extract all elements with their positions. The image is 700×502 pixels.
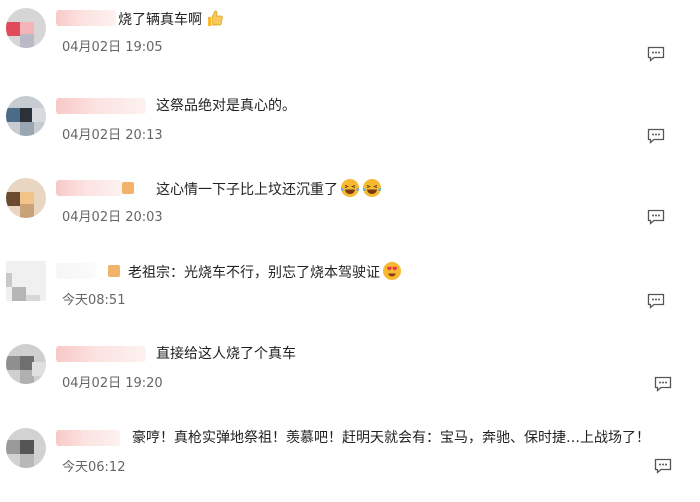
- username-blurred[interactable]: [56, 10, 116, 26]
- comment-item: 老祖宗：光烧车不行，别忘了烧本驾驶证 今天08:51: [0, 253, 700, 335]
- laughing-tears-icon: [341, 179, 359, 197]
- comment-item: 直接给这人烧了个真车 04月02日 19:20: [0, 336, 700, 418]
- reply-comment-icon[interactable]: [654, 458, 672, 474]
- comment-time: 今天08:51: [62, 293, 126, 308]
- comment-time: 04月02日 19:20: [62, 376, 163, 391]
- comment-text-content: 老祖宗：光烧车不行，别忘了烧本驾驶证: [128, 265, 380, 281]
- comment-feed: 烧了辆真车啊 04月02日 19:05 这祭品绝对是真心的。 04月02日 20…: [0, 0, 700, 495]
- comment-text: 直接给这人烧了个真车: [156, 344, 296, 364]
- comment-item: 豪哼！真枪实弹地祭祖！羡慕吧！赶明天就会有：宝马，奔驰、保时捷…上战场了！ 今天…: [0, 420, 700, 502]
- comment-text-content: 这心情一下子比上坟还沉重了: [156, 182, 338, 198]
- avatar[interactable]: [6, 178, 46, 218]
- username-blurred[interactable]: [56, 180, 134, 196]
- comment-text-content: 豪哼！真枪实弹地祭祖！羡慕吧！赶明天就会有：宝马，奔驰、保时捷…上战场了！: [132, 430, 650, 446]
- comment-text: 烧了辆真车啊: [118, 8, 224, 30]
- thumbs-up-icon: [208, 10, 223, 26]
- comment-text: 老祖宗：光烧车不行，别忘了烧本驾驶证: [128, 261, 402, 283]
- avatar[interactable]: [6, 96, 46, 136]
- user-badge-icon: [122, 182, 134, 194]
- comment-item: 烧了辆真车啊 04月02日 19:05: [0, 0, 700, 82]
- username-blurred[interactable]: [56, 430, 120, 446]
- reply-comment-icon[interactable]: [647, 128, 665, 144]
- avatar[interactable]: [6, 261, 46, 301]
- comment-time: 04月02日 19:05: [62, 40, 163, 55]
- comment-time: 04月02日 20:03: [62, 210, 163, 225]
- username-blurred[interactable]: [56, 346, 146, 362]
- comment-text: 这心情一下子比上坟还沉重了: [156, 178, 382, 200]
- avatar[interactable]: [6, 428, 46, 468]
- reply-comment-icon[interactable]: [654, 376, 672, 392]
- reply-comment-icon[interactable]: [647, 209, 665, 225]
- reply-comment-icon[interactable]: [647, 46, 665, 62]
- comment-text-content: 直接给这人烧了个真车: [156, 346, 296, 362]
- comment-item: 这心情一下子比上坟还沉重了 04月02日 20:03: [0, 170, 700, 252]
- laughing-tears-icon: [363, 179, 381, 197]
- username-blurred[interactable]: [56, 263, 120, 279]
- reply-comment-icon[interactable]: [647, 293, 665, 309]
- comment-time: 04月02日 20:13: [62, 128, 163, 143]
- comment-text: 豪哼！真枪实弹地祭祖！羡慕吧！赶明天就会有：宝马，奔驰、保时捷…上战场了！: [132, 428, 650, 448]
- comment-text-content: 烧了辆真车啊: [118, 12, 202, 28]
- comment-text-content: 这祭品绝对是真心的。: [156, 98, 296, 114]
- username-blurred[interactable]: [56, 98, 146, 114]
- avatar[interactable]: [6, 8, 46, 48]
- comment-item: 这祭品绝对是真心的。 04月02日 20:13: [0, 88, 700, 170]
- heart-eyes-icon: [383, 262, 401, 280]
- avatar[interactable]: [6, 344, 46, 384]
- comment-time: 今天06:12: [62, 460, 126, 475]
- user-badge-icon: [108, 265, 120, 277]
- comment-text: 这祭品绝对是真心的。: [156, 96, 296, 116]
